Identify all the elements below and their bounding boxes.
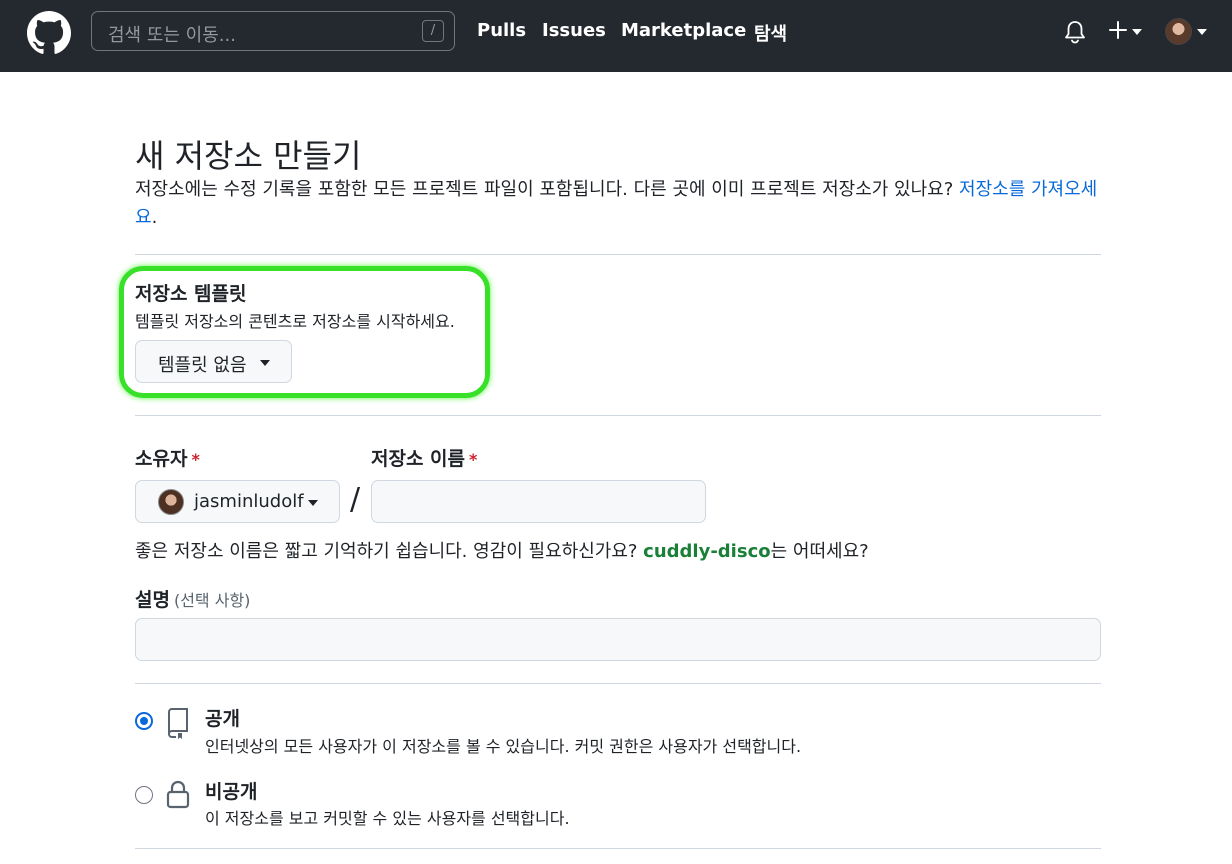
page-description-end: . [151,207,158,228]
visibility-private-description: 이 저장소를 보고 커밋할 수 있는 사용자를 선택합니다. [205,809,570,828]
optional-label: (선택 사항) [173,591,251,610]
visibility-public-description: 인터넷상의 모든 사용자가 이 저장소를 볼 수 있습니다. 커밋 권한은 사용… [205,737,802,756]
nav-pulls[interactable]: Pulls [477,20,526,41]
repo-name-input[interactable] [371,480,706,523]
repo-name-hint: 좋은 저장소 이름은 짧고 기억하기 쉽습니다. 영감이 필요하신가요? cud… [135,537,869,563]
repo-name-hint-text: 좋은 저장소 이름은 짧고 기억하기 쉽습니다. 영감이 필요하신가요? [135,541,644,562]
github-logo-icon[interactable] [27,11,71,55]
owner-select-button[interactable]: jasminludolf [135,480,340,523]
required-mark: * [191,450,200,469]
search-shortcut-key: / [422,20,444,42]
owner-select-label: jasminludolf [194,491,304,512]
chevron-down-icon [308,500,318,506]
lock-icon [166,780,190,809]
repo-name-label-text: 저장소 이름 [371,448,466,470]
owner-repo-separator: / [350,482,361,517]
divider [135,683,1101,684]
page-title: 새 저장소 만들기 [135,137,362,175]
page-description: 저장소에는 수정 기록을 포함한 모든 프로젝트 파일이 포함됩니다. 다른 곳… [135,176,1100,232]
divider [135,415,1101,416]
notification-bell-icon[interactable] [1064,20,1086,44]
owner-label-text: 소유자 [135,448,188,470]
chevron-down-icon [1132,29,1142,35]
owner-avatar [158,489,184,515]
required-mark: * [469,450,478,469]
owner-label: 소유자 * [135,444,200,471]
divider [135,848,1101,849]
search-input[interactable]: 검색 또는 이동... / [91,11,455,51]
user-avatar[interactable] [1165,18,1192,45]
description-label-text: 설명 [135,589,170,611]
chevron-down-icon [260,360,270,366]
nav-issues[interactable]: Issues [542,20,606,41]
template-section-description: 템플릿 저장소의 콘텐츠로 저장소를 시작하세요. [135,312,455,331]
template-section-title: 저장소 템플릿 [135,283,247,305]
visibility-private-radio[interactable] [135,786,153,804]
repo-name-suggestion[interactable]: cuddly-disco [643,541,770,562]
visibility-public-radio[interactable] [135,712,153,730]
page-description-text: 저장소에는 수정 기록을 포함한 모든 프로젝트 파일이 포함됩니다. 다른 곳… [135,179,960,200]
repo-name-hint-end: 는 어떠세요? [770,541,869,562]
chevron-down-icon [1197,29,1207,35]
description-input[interactable] [135,618,1101,661]
nav-marketplace[interactable]: Marketplace [621,20,746,41]
nav-explore[interactable]: 탐색 [754,20,787,46]
visibility-private-title: 비공개 [205,781,258,803]
search-placeholder: 검색 또는 이동... [108,25,236,46]
divider [135,254,1101,255]
template-select-button[interactable]: 템플릿 없음 [135,340,292,383]
repo-icon [168,708,188,739]
description-label: 설명 (선택 사항) [135,585,250,612]
repo-name-label: 저장소 이름 * [371,444,477,471]
global-header: 검색 또는 이동... / Pulls Issues Marketplace 탐… [0,0,1232,72]
template-select-label: 템플릿 없음 [158,355,247,376]
visibility-public-title: 공개 [205,708,240,730]
plus-icon[interactable] [1108,19,1128,41]
